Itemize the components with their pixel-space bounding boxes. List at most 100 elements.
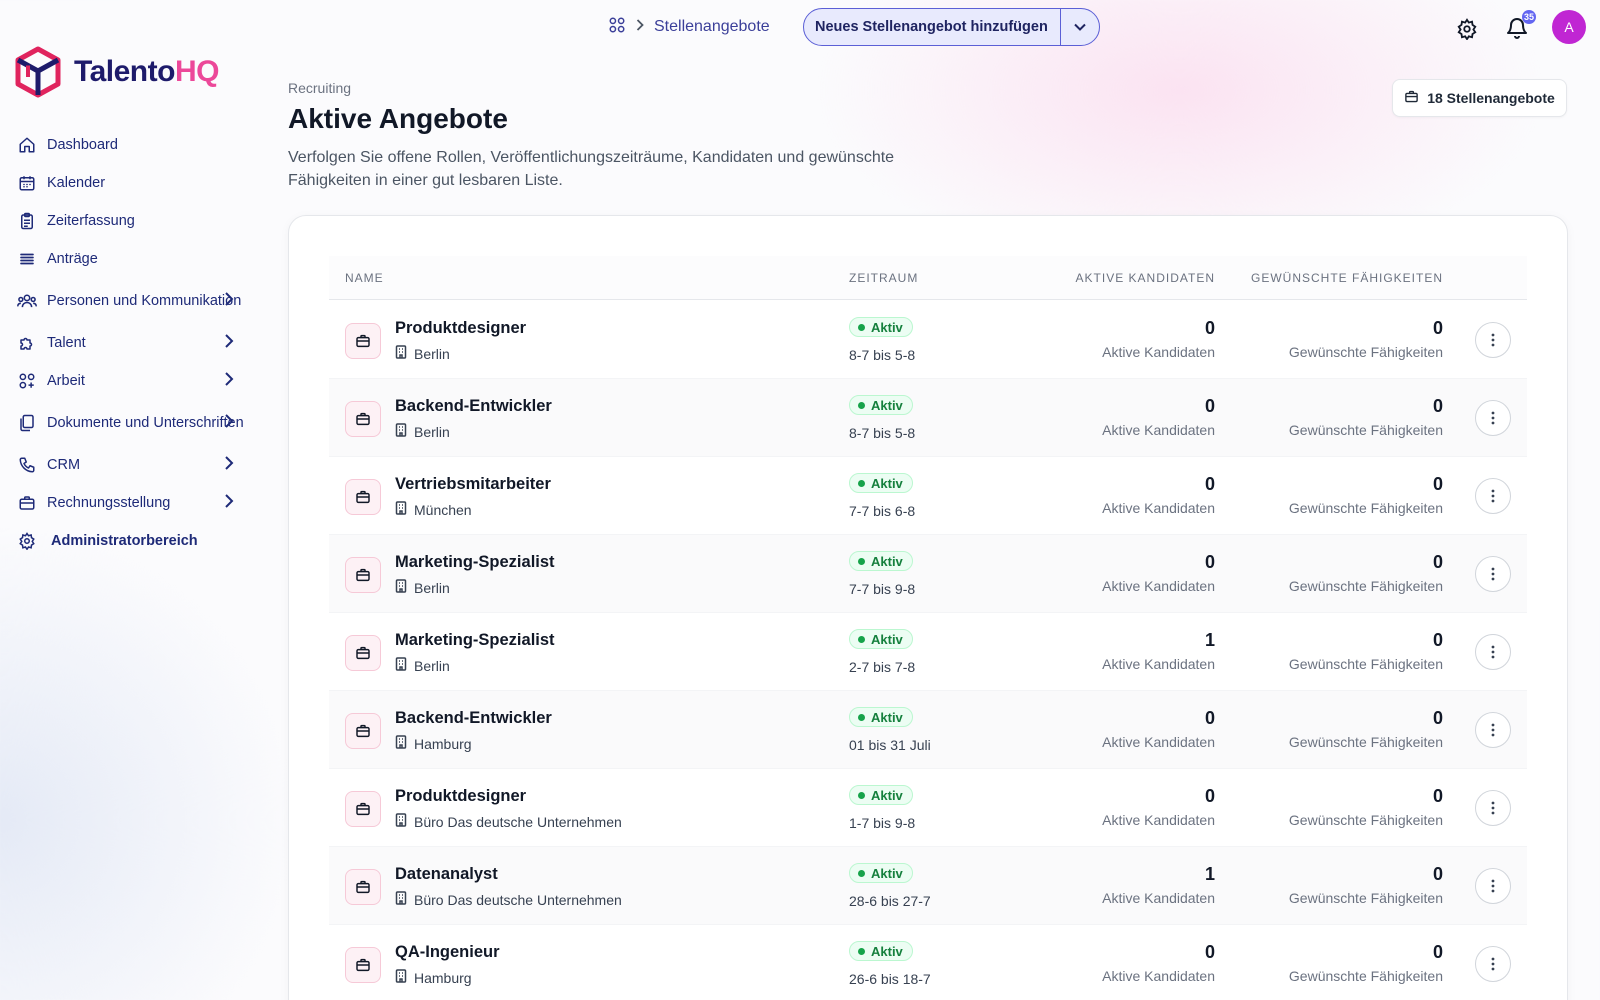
more-options-icon[interactable] (1475, 478, 1511, 514)
skills-label: Gewünschte Fähigkeiten (1288, 734, 1443, 750)
sidebar-item-dokumente[interactable]: Dokumente und Unterschriften (16, 400, 248, 446)
table-row[interactable]: Produktdesigner Berlin Aktiv 8-7 bis 5-8… (329, 301, 1527, 379)
sidebar-item-arbeit[interactable]: Arbeit (16, 362, 248, 400)
table-row[interactable]: Vertriebsmitarbeiter München Aktiv 7-7 b… (329, 457, 1527, 535)
avatar[interactable]: A (1552, 10, 1586, 44)
apps-grid-icon[interactable] (608, 16, 626, 39)
job-name[interactable]: Marketing-Spezialist (395, 553, 555, 572)
notification-badge: 35 (1522, 10, 1536, 24)
new-job-split-button: Neues Stellenangebot hinzufügen (803, 8, 1100, 46)
job-name[interactable]: Backend-Entwickler (395, 709, 552, 728)
more-options-icon[interactable] (1475, 556, 1511, 592)
sidebar-item-zeiterfassung[interactable]: Zeiterfassung (16, 202, 248, 240)
sidebar-item-crm[interactable]: CRM (16, 446, 248, 484)
table-header: NAME ZEITRAUM AKTIVE KANDIDATEN GEWÜNSCH… (329, 256, 1527, 300)
job-location-label: Berlin (414, 657, 450, 674)
sidebar-item-rechnungsstellung[interactable]: Rechnungsstellung (16, 484, 248, 522)
column-header-faehigkeiten[interactable]: GEWÜNSCHTE FÄHIGKEITEN (1251, 271, 1443, 285)
table-row[interactable]: Backend-Entwickler Hamburg Aktiv 01 bis … (329, 691, 1527, 769)
sidebar-item-talent[interactable]: Talent (16, 324, 248, 362)
candidates-label: Aktive Kandidaten (1102, 812, 1215, 828)
briefcase-icon (345, 479, 381, 515)
table-row[interactable]: Marketing-Spezialist Berlin Aktiv 7-7 bi… (329, 535, 1527, 613)
table-row[interactable]: Produktdesigner Büro Das deutsche Untern… (329, 769, 1527, 847)
settings-gear-icon[interactable] (1456, 18, 1478, 45)
building-icon (395, 891, 407, 908)
table-row[interactable]: Datenanalyst Büro Das deutsche Unternehm… (329, 847, 1527, 925)
apps-icon (16, 370, 38, 392)
skills-label: Gewünschte Fähigkeiten (1288, 656, 1443, 672)
skills-count: 0 (1432, 396, 1443, 416)
status-badge: Aktiv (849, 473, 913, 493)
sidebar-nav: Dashboard Kalender Zeiterfassung Anträge… (16, 126, 248, 560)
more-options-icon[interactable] (1475, 322, 1511, 358)
skills-count: 0 (1432, 552, 1443, 572)
more-options-icon[interactable] (1475, 712, 1511, 748)
briefcase-icon (1404, 89, 1419, 107)
candidates-count: 0 (1204, 474, 1215, 494)
briefcase-icon (16, 492, 38, 514)
briefcase-icon (345, 635, 381, 671)
candidates-label: Aktive Kandidaten (1102, 500, 1215, 516)
skills-count: 0 (1432, 630, 1443, 650)
status-label: Aktiv (871, 631, 903, 647)
candidates-label: Aktive Kandidaten (1102, 656, 1215, 672)
status-label: Aktiv (871, 709, 903, 725)
job-name[interactable]: Produktdesigner (395, 319, 526, 338)
job-period: 7-7 bis 9-8 (849, 581, 916, 597)
status-dot-icon (858, 713, 865, 721)
job-period: 8-7 bis 5-8 (849, 347, 916, 363)
status-dot-icon (858, 869, 865, 877)
table-row[interactable]: Backend-Entwickler Berlin Aktiv 8-7 bis … (329, 379, 1527, 457)
more-options-icon[interactable] (1475, 790, 1511, 826)
jobs-card: NAME ZEITRAUM AKTIVE KANDIDATEN GEWÜNSCH… (288, 215, 1568, 1000)
more-options-icon[interactable] (1475, 868, 1511, 904)
candidates-count: 0 (1204, 708, 1215, 728)
job-location: Büro Das deutsche Unternehmen (395, 813, 622, 830)
sidebar-item-label: Personen und Kommunikation (47, 293, 242, 309)
more-options-icon[interactable] (1475, 946, 1511, 982)
skills-count: 0 (1432, 942, 1443, 962)
sidebar-item-dashboard[interactable]: Dashboard (16, 126, 248, 164)
more-options-icon[interactable] (1475, 634, 1511, 670)
table-row[interactable]: Marketing-Spezialist Berlin Aktiv 2-7 bi… (329, 613, 1527, 691)
job-location: Berlin (395, 579, 450, 596)
table-row[interactable]: QA-Ingenieur Hamburg Aktiv 26-6 bis 18-7… (329, 925, 1527, 1000)
job-name[interactable]: Vertriebsmitarbeiter (395, 475, 551, 494)
skills-label: Gewünschte Fähigkeiten (1288, 500, 1443, 516)
list-icon (16, 248, 38, 270)
job-name[interactable]: Backend-Entwickler (395, 397, 552, 416)
job-location-label: Berlin (414, 423, 450, 440)
column-header-name[interactable]: NAME (345, 271, 384, 285)
job-name[interactable]: QA-Ingenieur (395, 943, 500, 962)
job-name[interactable]: Datenanalyst (395, 865, 498, 884)
sidebar-item-label: Dashboard (47, 137, 118, 153)
breadcrumb-current[interactable]: Stellenangebote (654, 18, 770, 36)
users-icon (16, 290, 38, 312)
sidebar-item-administratorbereich[interactable]: Administratorbereich (16, 522, 248, 560)
candidates-label: Aktive Kandidaten (1102, 578, 1215, 594)
skills-count: 0 (1432, 786, 1443, 806)
sidebar-item-label: Talent (47, 335, 86, 351)
job-period: 8-7 bis 5-8 (849, 425, 916, 441)
sidebar-item-kalender[interactable]: Kalender (16, 164, 248, 202)
sidebar-item-antraege[interactable]: Anträge (16, 240, 248, 278)
more-options-icon[interactable] (1475, 400, 1511, 436)
job-location: Berlin (395, 657, 450, 674)
candidates-label: Aktive Kandidaten (1102, 422, 1215, 438)
column-header-kandidaten[interactable]: AKTIVE KANDIDATEN (1076, 271, 1215, 285)
chevron-down-icon[interactable] (1061, 9, 1099, 45)
new-job-button[interactable]: Neues Stellenangebot hinzufügen (804, 9, 1061, 45)
job-location-label: Berlin (414, 345, 450, 362)
calendar-icon (16, 172, 38, 194)
column-header-zeitraum[interactable]: ZEITRAUM (849, 271, 918, 285)
candidates-count: 0 (1204, 552, 1215, 572)
status-badge: Aktiv (849, 941, 913, 961)
job-name[interactable]: Produktdesigner (395, 787, 526, 806)
job-name[interactable]: Marketing-Spezialist (395, 631, 555, 650)
status-dot-icon (858, 479, 865, 487)
job-location-label: München (414, 501, 472, 518)
sidebar-item-personen[interactable]: Personen und Kommunikation (16, 278, 248, 324)
brand-logo[interactable]: TalentoHQ (14, 46, 219, 98)
building-icon (395, 813, 407, 830)
